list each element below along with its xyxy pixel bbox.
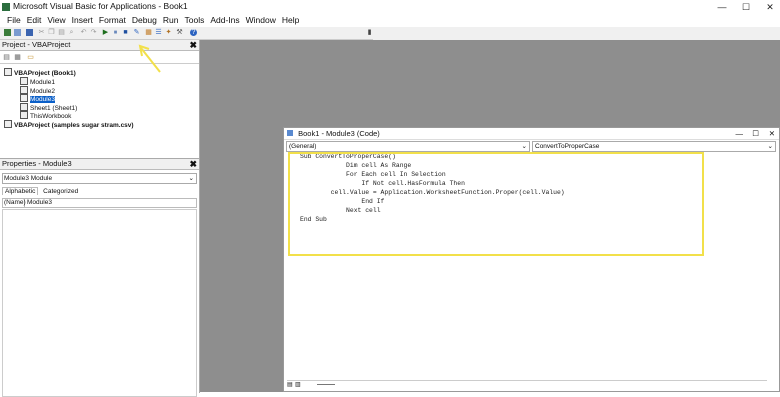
scroll-thumb[interactable] (317, 384, 335, 385)
menu-bar: File Edit View Insert Format Debug Run Tools Add… (0, 14, 780, 27)
menu-format[interactable]: Format (96, 14, 129, 26)
chevron-down-icon: ⌄ (188, 175, 194, 182)
properties-header: Properties - Module3 ✖ (0, 159, 199, 170)
menu-edit[interactable]: Edit (24, 14, 45, 26)
redo-icon[interactable]: ↷ (90, 29, 97, 36)
properties-close-icon[interactable]: ✖ (189, 159, 197, 169)
tab-alphabetic[interactable]: Alphabetic (2, 187, 39, 195)
menu-add-ins[interactable]: Add-Ins (207, 14, 242, 26)
menu-debug[interactable]: Debug (129, 14, 160, 26)
project-explorer-header: Project - VBAProject ✖ (0, 40, 199, 51)
menu-run[interactable]: Run (160, 14, 182, 26)
property-value[interactable]: Module3 (27, 199, 52, 207)
tree-item-vbaproject-csv[interactable]: VBAProject (samples sugar stram.csv) (4, 120, 134, 130)
copy-icon[interactable]: ❐ (48, 29, 55, 36)
standard-toolbar: ✂ ❐ ▤ ⌕ ↶ ↷ ▶ ⏸ ■ ✎ ▦ ☰ ✦ ⚒ ? ▮ (0, 27, 373, 40)
menu-file[interactable]: File (4, 14, 24, 26)
toolbox-icon[interactable]: ⚒ (176, 29, 183, 36)
code-window-icon (287, 130, 293, 136)
property-key: (Name) (4, 199, 26, 207)
insert-module-icon[interactable] (14, 29, 21, 36)
menu-window[interactable]: Window (243, 14, 279, 26)
save-icon[interactable] (26, 29, 33, 36)
cut-icon[interactable]: ✂ (38, 29, 45, 36)
menu-tools[interactable]: Tools (181, 14, 207, 26)
code-window-title: Book1 - Module3 (Code) (298, 129, 380, 138)
toggle-folders-icon[interactable]: ▭ (27, 54, 34, 61)
procedure-view-icon[interactable]: ▤ (287, 381, 293, 388)
excel-view-icon[interactable] (4, 29, 11, 36)
project-close-icon[interactable]: ✖ (189, 40, 197, 50)
reset-icon[interactable]: ■ (122, 29, 129, 36)
paste-icon[interactable]: ▤ (58, 29, 65, 36)
code-highlight-box (288, 152, 704, 256)
properties-title: Properties - Module3 (2, 159, 72, 168)
code-close-icon[interactable]: ✕ (769, 128, 775, 139)
project-explorer-pane: Project - VBAProject ✖ ▤ ▦ ▭ VBAProject … (0, 40, 200, 158)
chevron-down-icon: ⌄ (767, 143, 773, 150)
view-object-icon[interactable]: ▦ (14, 54, 21, 61)
toolbar-grip-icon[interactable]: ▮ (366, 29, 373, 36)
properties-window-icon[interactable]: ☰ (155, 29, 162, 36)
code-minimize-icon[interactable]: — (736, 128, 744, 139)
properties-pane: Properties - Module3 ✖ Module3 Module ⌄ … (0, 158, 200, 397)
project-explorer-icon[interactable]: ▦ (145, 29, 152, 36)
chevron-down-icon: ⌄ (521, 143, 527, 150)
menu-insert[interactable]: Insert (69, 14, 96, 26)
code-maximize-icon[interactable]: ☐ (752, 128, 759, 139)
property-grid-area (2, 209, 197, 397)
object-combo[interactable]: (General) ⌄ (286, 141, 530, 152)
minimize-icon[interactable]: — (710, 0, 734, 14)
properties-tabs: Alphabetic Categorized (0, 187, 199, 197)
break-icon[interactable]: ⏸ (112, 29, 119, 36)
project-explorer-toolbar: ▤ ▦ ▭ (0, 51, 199, 64)
procedure-combo[interactable]: ConvertToProperCase ⌄ (532, 141, 776, 152)
window-title: Microsoft Visual Basic for Applications … (13, 1, 188, 11)
project-explorer-title: Project - VBAProject (2, 40, 71, 49)
toolbar-empty-area (373, 27, 780, 40)
property-row-name[interactable]: (Name) Module3 (2, 198, 197, 208)
undo-icon[interactable]: ↶ (80, 29, 87, 36)
design-mode-icon[interactable]: ✎ (133, 29, 140, 36)
title-bar: Microsoft Visual Basic for Applications … (0, 0, 780, 14)
menu-help[interactable]: Help (279, 14, 302, 26)
maximize-icon[interactable]: ☐ (734, 0, 758, 14)
code-window-titlebar: Book1 - Module3 (Code) — ☐ ✕ (284, 128, 779, 140)
tab-categorized[interactable]: Categorized (40, 188, 81, 195)
full-module-view-icon[interactable]: ▥ (295, 381, 301, 388)
vba-app-icon (2, 3, 10, 11)
object-browser-icon[interactable]: ✦ (165, 29, 172, 36)
object-select[interactable]: Module3 Module ⌄ (2, 173, 197, 184)
close-icon[interactable]: ✕ (758, 0, 780, 14)
find-icon[interactable]: ⌕ (68, 29, 75, 36)
menu-view[interactable]: View (44, 14, 68, 26)
horizontal-scrollbar[interactable]: ▤ ▥ (287, 380, 767, 388)
run-icon[interactable]: ▶ (102, 29, 109, 36)
view-code-icon[interactable]: ▤ (3, 54, 10, 61)
help-icon[interactable]: ? (190, 29, 197, 36)
